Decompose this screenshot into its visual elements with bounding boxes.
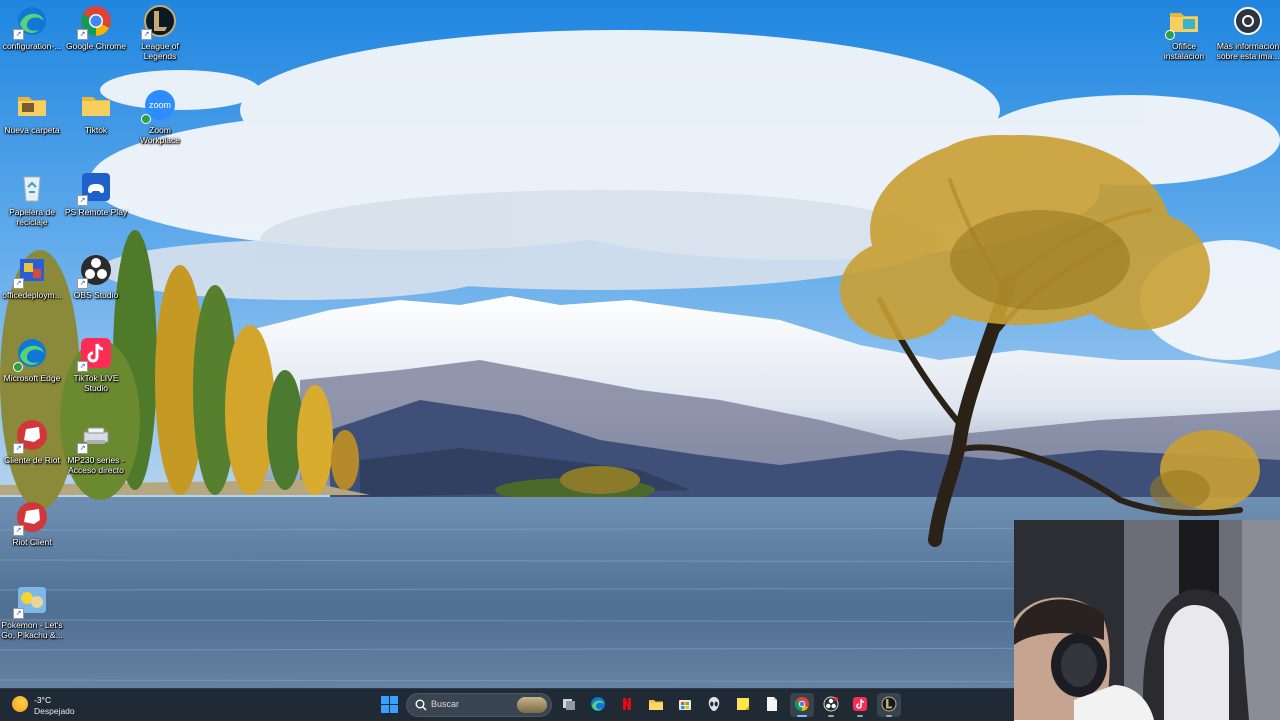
zoom-icon: zoom	[141, 88, 177, 124]
zoom-logo-text: zoom	[149, 100, 171, 110]
desktop-icon-label: Ofifice instalacion	[1163, 41, 1205, 61]
desktop-icon-edge[interactable]: Microsoft Edge	[0, 336, 64, 383]
webcam-overlay	[1014, 520, 1280, 720]
search-icon	[415, 699, 427, 711]
desktop-icon-label: officedeploym...	[2, 290, 62, 300]
shortcut-arrow-icon: ↗	[13, 608, 24, 619]
desktop-icon-label: Tiktok	[84, 125, 108, 135]
obs-icon: ↗	[77, 253, 113, 289]
sync-status-icon	[1165, 30, 1175, 40]
desktop-icon-configuration[interactable]: ↗ configuration-...	[0, 4, 64, 51]
taskbar-search[interactable]: Buscar	[406, 693, 552, 717]
running-app-indicator	[828, 715, 834, 717]
running-app-indicator	[857, 715, 863, 717]
desktop-icon-label: OBS Studio	[73, 290, 119, 300]
file-explorer-icon[interactable]	[644, 693, 668, 717]
printer-icon: ↗	[77, 418, 113, 454]
folder-icon	[1165, 4, 1201, 40]
camera-info-icon	[1231, 4, 1265, 38]
shortcut-arrow-icon: ↗	[13, 525, 24, 536]
obs-icon[interactable]	[819, 693, 843, 717]
ps-remote-play-icon: ↗	[77, 170, 113, 206]
desktop-icon-tiktok-folder[interactable]: Tiktok	[64, 88, 128, 135]
desktop-icon-pokemon[interactable]: ↗ Pokemon - Let's Go, Pikachu &...	[0, 583, 64, 640]
shortcut-arrow-icon: ↗	[13, 278, 24, 289]
shortcut-arrow-icon: ↗	[77, 278, 88, 289]
desktop-icon-riot-client-2[interactable]: ↗ Riot Client	[0, 500, 64, 547]
webcam-feed	[1014, 520, 1280, 720]
desktop-icon-label: League of Legends	[141, 41, 179, 61]
desktop-icon-papelera[interactable]: Papelera de reciclaje	[0, 170, 64, 227]
desktop-icon-label: Nueva carpeta	[4, 125, 60, 135]
desktop-icon-label: PS Remote Play	[64, 207, 128, 217]
shortcut-arrow-icon: ↗	[77, 29, 88, 40]
store-icon[interactable]	[673, 693, 697, 717]
start-button[interactable]	[381, 696, 399, 714]
office-deployment-icon: ↗	[13, 253, 49, 289]
search-placeholder: Buscar	[431, 699, 460, 709]
desktop-icon-riot-client-1[interactable]: ↗ Cliente de Riot	[0, 418, 64, 465]
desktop-icon-chrome[interactable]: ↗ Google Chrome	[64, 4, 128, 51]
desktop-icon-label: Pokemon - Let's Go, Pikachu &...	[1, 620, 63, 640]
task-view-icon[interactable]	[557, 693, 581, 717]
desktop-icon-office-inst[interactable]: Ofifice instalacion	[1152, 4, 1216, 61]
desktop-icon-nueva-carpeta[interactable]: Nueva carpeta	[0, 88, 64, 135]
active-app-indicator	[797, 715, 807, 717]
desktop-icon-label: Papelera de reciclaje	[9, 207, 55, 227]
tiktok-icon: ↗	[77, 336, 113, 372]
riot-icon: ↗	[13, 418, 49, 454]
folder-icon	[15, 88, 49, 122]
pokemon-icon: ↗	[13, 583, 49, 619]
chrome-icon: ↗	[77, 4, 113, 40]
riot-icon: ↗	[13, 500, 49, 536]
edge-icon	[13, 336, 49, 372]
folder-icon	[79, 88, 113, 122]
shortcut-arrow-icon: ↗	[13, 443, 24, 454]
shortcut-arrow-icon: ↗	[13, 29, 24, 40]
tiktok-icon[interactable]	[848, 693, 872, 717]
desktop-icon-label: Riot Client	[12, 537, 52, 547]
shortcut-arrow-icon: ↗	[77, 361, 88, 372]
desktop-icon-label: TikTok LIVE Studio	[73, 373, 119, 393]
search-highlight-image	[517, 697, 547, 713]
chrome-icon[interactable]	[790, 693, 814, 717]
desktop-icon-lol[interactable]: ↗ League of Legends	[128, 4, 192, 61]
shortcut-arrow-icon: ↗	[141, 29, 152, 40]
desktop-icon-label: Más información sobre esta ima...	[1216, 41, 1280, 61]
desktop-icon-obs[interactable]: ↗ OBS Studio	[64, 253, 128, 300]
weather-condition: Despejado	[34, 706, 75, 716]
desktop-icon-label: Cliente de Riot	[4, 455, 60, 465]
desktop-icon-more-info[interactable]: Más información sobre esta ima...	[1216, 4, 1280, 61]
weather-sun-icon	[12, 696, 28, 712]
netflix-icon[interactable]	[615, 693, 639, 717]
desktop-icon-officedeploy[interactable]: ↗ officedeploym...	[0, 253, 64, 300]
taskbar: -3°C Despejado Buscar	[0, 688, 1014, 721]
sticky-notes-icon[interactable]	[731, 693, 755, 717]
desktop-icon-label: MP230 series - Acceso directo	[67, 455, 125, 475]
edge-icon: ↗	[13, 4, 49, 40]
desktop-icon-ps-remote[interactable]: ↗ PS Remote Play	[64, 170, 128, 217]
recycle-bin-icon	[15, 170, 49, 204]
league-of-legends-icon[interactable]	[877, 693, 901, 717]
shortcut-arrow-icon: ↗	[77, 195, 88, 206]
running-app-indicator	[886, 715, 892, 717]
desktop-icon-label: configuration-...	[2, 41, 62, 51]
edge-icon[interactable]	[586, 693, 610, 717]
sync-status-icon	[13, 362, 23, 372]
alienware-icon[interactable]	[702, 693, 726, 717]
desktop-icon-label: Google Chrome	[65, 41, 126, 51]
weather-temperature: -3°C	[34, 695, 52, 705]
sync-status-icon	[141, 114, 151, 124]
league-of-legends-icon: ↗	[141, 4, 177, 40]
desktop-icon-tiktok-live[interactable]: ↗ TikTok LIVE Studio	[64, 336, 128, 393]
desktop-icon-label: Zoom Workplace	[140, 125, 180, 145]
desktop-icon-label: Microsoft Edge	[3, 373, 61, 383]
desktop-icon-mp230[interactable]: ↗ MP230 series - Acceso directo	[64, 418, 128, 475]
notepad-icon[interactable]	[760, 693, 784, 717]
desktop-icon-zoom[interactable]: zoom Zoom Workplace	[128, 88, 192, 145]
shortcut-arrow-icon: ↗	[77, 443, 88, 454]
